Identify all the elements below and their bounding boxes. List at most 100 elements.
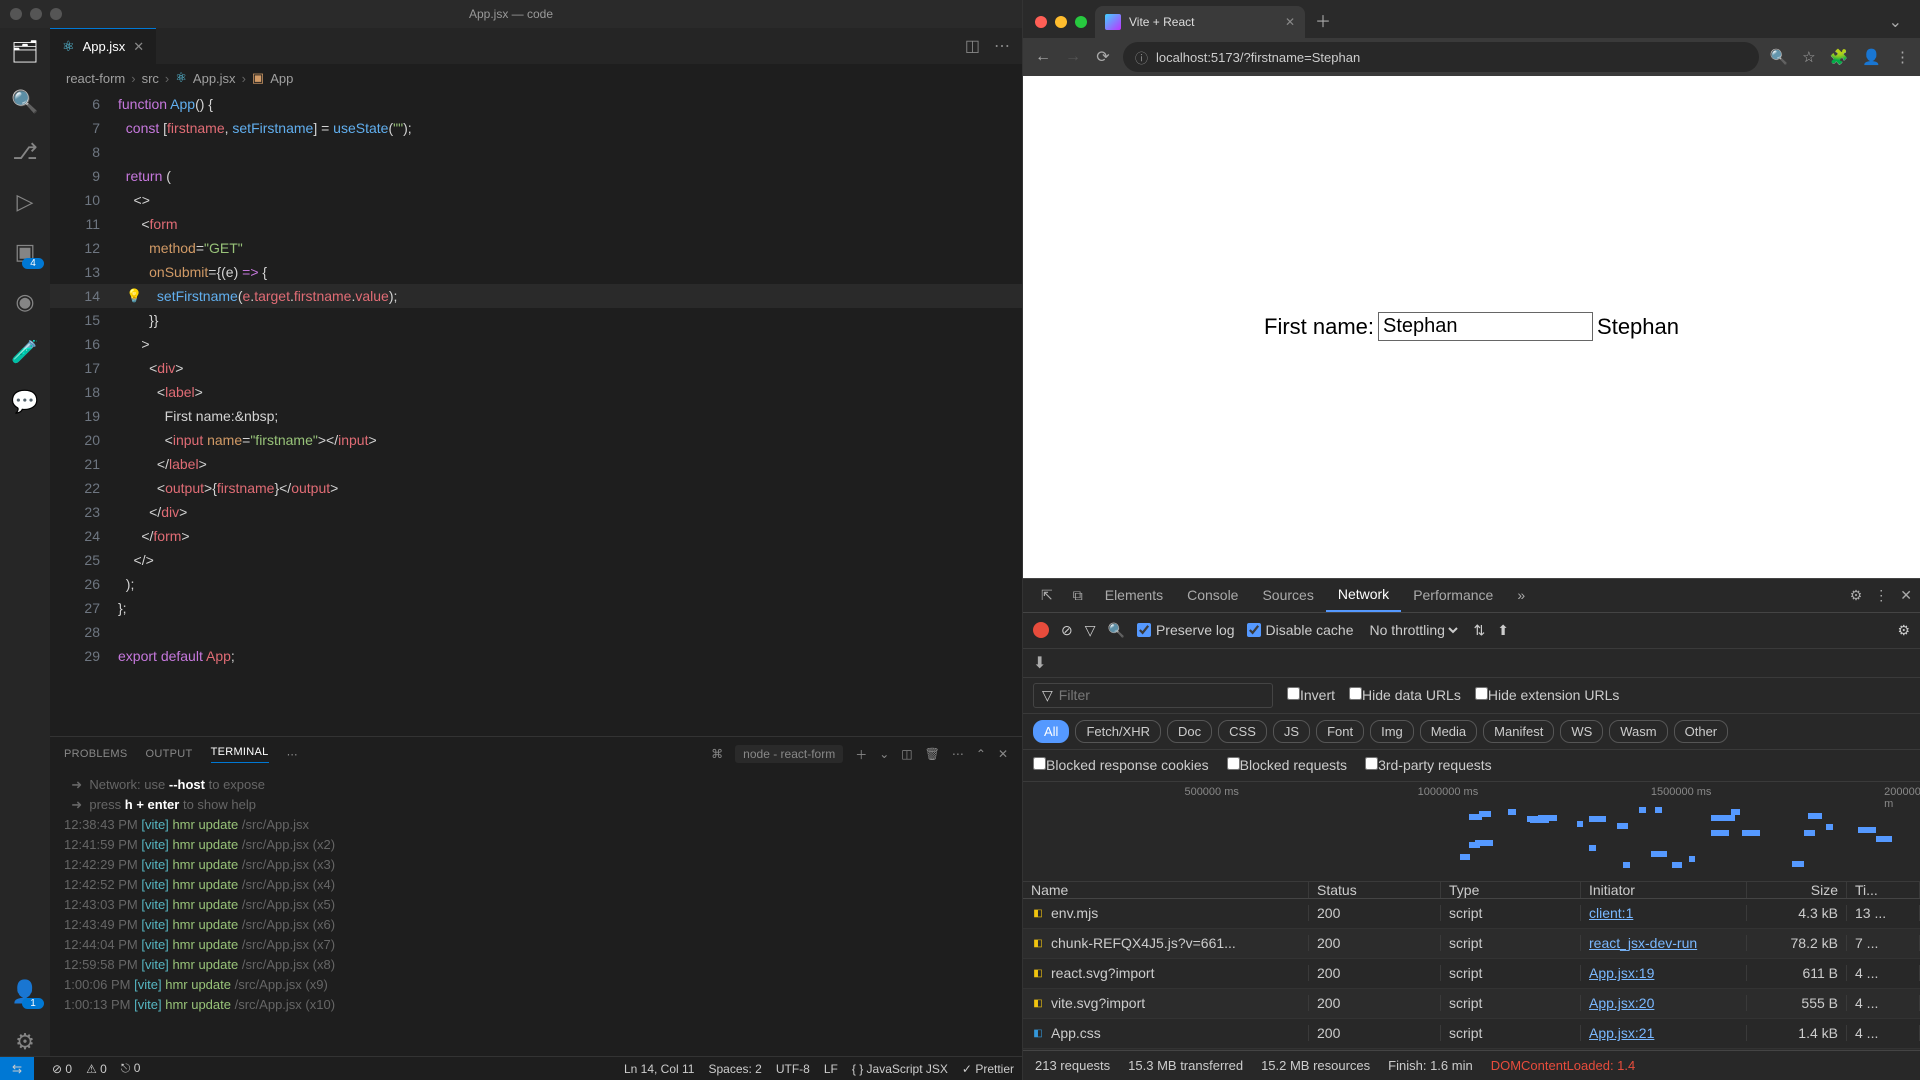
window-close-dot[interactable] (10, 8, 22, 20)
chat-icon[interactable]: 💬 (11, 388, 39, 416)
third-party-checkbox[interactable]: 3rd-party requests (1365, 757, 1492, 773)
site-info-icon[interactable]: ⓘ (1135, 48, 1148, 67)
breadcrumb-seg[interactable]: App (270, 71, 293, 86)
close-devtools-icon[interactable]: ✕ (1900, 587, 1912, 604)
settings-gear-icon[interactable]: ⚙ (11, 1028, 39, 1056)
filter-input[interactable]: ▽Filter (1033, 683, 1273, 708)
code-line[interactable]: 6function App() { (50, 92, 1022, 116)
code-line[interactable]: 12 method="GET" (50, 236, 1022, 260)
record-button[interactable] (1033, 622, 1049, 638)
code-line[interactable]: 11 <form (50, 212, 1022, 236)
tab-sources[interactable]: Sources (1250, 579, 1325, 612)
bookmark-star-icon[interactable]: ☆ (1802, 48, 1815, 66)
status-encoding[interactable]: UTF-8 (776, 1062, 810, 1076)
type-filter-chip[interactable]: Manifest (1483, 720, 1554, 743)
chevron-up-icon[interactable]: ⌃ (976, 747, 986, 761)
code-line[interactable]: 19 First name:&nbsp; (50, 404, 1022, 428)
code-line[interactable]: 29export default App; (50, 644, 1022, 668)
clear-icon[interactable]: ⊘ (1061, 622, 1073, 639)
code-line[interactable]: 8 (50, 140, 1022, 164)
blocked-req-checkbox[interactable]: Blocked requests (1227, 757, 1347, 773)
breadcrumb-seg[interactable]: App.jsx (193, 71, 236, 86)
type-filter-chip[interactable]: CSS (1218, 720, 1267, 743)
col-size[interactable]: Size (1747, 882, 1847, 898)
accounts-icon[interactable]: 👤 (11, 978, 39, 1006)
terminal-name[interactable]: node - react-form (735, 745, 843, 763)
table-row[interactable]: ◧chunk-REFQX4J5.js?v=661...200scriptreac… (1023, 929, 1920, 959)
download-icon[interactable]: ⬇ (1033, 655, 1046, 672)
browser-tab[interactable]: Vite + React ✕ (1095, 6, 1305, 38)
table-row[interactable]: ◧react.svg?import200scriptApp.jsx:19611 … (1023, 959, 1920, 989)
type-filter-chip[interactable]: Media (1420, 720, 1477, 743)
code-line[interactable]: 27}; (50, 596, 1022, 620)
code-line[interactable]: 14 setFirstname(e.target.firstname.value… (50, 284, 1022, 308)
testing-icon[interactable]: 🧪 (11, 338, 39, 366)
split-terminal-icon[interactable]: ◫ (901, 747, 912, 761)
more-icon[interactable]: ⋮ (1874, 587, 1888, 604)
profile-icon[interactable]: 👤 (1862, 48, 1881, 66)
breadcrumb-seg[interactable]: src (142, 71, 159, 86)
col-time[interactable]: Ti... (1847, 882, 1920, 898)
type-filter-chip[interactable]: JS (1273, 720, 1310, 743)
split-editor-icon[interactable]: ◫ (965, 36, 980, 56)
tab-elements[interactable]: Elements (1093, 579, 1175, 612)
code-line[interactable]: 25 </> (50, 548, 1022, 572)
blocked-resp-checkbox[interactable]: Blocked response cookies (1033, 757, 1209, 773)
chevron-down-icon[interactable]: ⌄ (1879, 12, 1912, 38)
invert-checkbox[interactable]: Invert (1287, 687, 1335, 703)
tab-performance[interactable]: Performance (1401, 579, 1505, 612)
code-line[interactable]: 7 const [firstname, setFirstname] = useS… (50, 116, 1022, 140)
reload-button[interactable]: ⟳ (1093, 47, 1113, 67)
code-line[interactable]: 18 <label> (50, 380, 1022, 404)
code-line[interactable]: 13 onSubmit={(e) => { (50, 260, 1022, 284)
code-editor[interactable]: 6function App() {7 const [firstname, set… (50, 92, 1022, 736)
close-icon[interactable]: ✕ (1285, 15, 1295, 29)
code-line[interactable]: 24 </form> (50, 524, 1022, 548)
window-max-dot[interactable] (50, 8, 62, 20)
breadcrumb-seg[interactable]: react-form (66, 71, 125, 86)
close-icon[interactable]: ✕ (133, 39, 144, 55)
table-row[interactable]: ◧vite.svg?import200scriptApp.jsx:20555 B… (1023, 989, 1920, 1019)
status-eol[interactable]: LF (824, 1062, 838, 1076)
type-filter-chip[interactable]: Font (1316, 720, 1364, 743)
breadcrumb[interactable]: react-form › src › ⚛ App.jsx › ▣ App (50, 64, 1022, 92)
zoom-icon[interactable]: 🔍 (1769, 48, 1788, 66)
code-line[interactable]: 23 </div> (50, 500, 1022, 524)
device-toggle-icon[interactable]: ⧉ (1063, 579, 1093, 612)
lightbulb-icon[interactable]: 💡 (126, 284, 142, 308)
window-close-dot[interactable] (1035, 16, 1047, 28)
editor-tab[interactable]: ⚛ App.jsx ✕ (50, 28, 156, 64)
status-cursor[interactable]: Ln 14, Col 11 (624, 1062, 695, 1076)
code-line[interactable]: 28 (50, 620, 1022, 644)
code-line[interactable]: 26 ); (50, 572, 1022, 596)
network-conditions-icon[interactable]: ⇅ (1473, 622, 1485, 639)
more-icon[interactable]: ⋯ (952, 747, 964, 761)
remote-icon[interactable]: ◉ (11, 288, 39, 316)
type-filter-chip[interactable]: Other (1674, 720, 1729, 743)
code-line[interactable]: 16 > (50, 332, 1022, 356)
code-line[interactable]: 10 <> (50, 188, 1022, 212)
url-bar[interactable]: ⓘ localhost:5173/?firstname=Stephan (1123, 42, 1759, 72)
status-lang[interactable]: { } JavaScript JSX (852, 1062, 948, 1076)
type-filter-chip[interactable]: WS (1560, 720, 1603, 743)
table-row[interactable]: ◧App.css200scriptApp.jsx:211.4 kB4 ... (1023, 1019, 1920, 1049)
more-tabs-icon[interactable]: » (1505, 579, 1537, 612)
tab-output[interactable]: OUTPUT (146, 748, 193, 760)
network-timeline[interactable]: 500000 ms1000000 ms1500000 ms2000000 m (1023, 782, 1920, 882)
settings-gear-icon[interactable]: ⚙ (1897, 622, 1910, 639)
hide-data-urls-checkbox[interactable]: Hide data URLs (1349, 687, 1461, 703)
terminal-output[interactable]: ➜ Network: use --host to expose ➜ press … (50, 771, 1022, 1056)
type-filter-chip[interactable]: All (1033, 720, 1069, 743)
code-line[interactable]: 9 return ( (50, 164, 1022, 188)
back-button[interactable]: ← (1033, 48, 1053, 66)
inspect-icon[interactable]: ⇱ (1031, 579, 1063, 612)
chevron-down-icon[interactable]: ⌄ (879, 747, 889, 761)
type-filter-chip[interactable]: Fetch/XHR (1075, 720, 1161, 743)
status-warnings[interactable]: ⚠ 0 (86, 1062, 107, 1076)
throttling-select[interactable]: No throttling (1365, 621, 1461, 639)
more-icon[interactable]: ⋯ (994, 36, 1010, 56)
filter-toggle-icon[interactable]: ▽ (1085, 622, 1096, 639)
table-row[interactable]: ◧env.mjs200scriptclient:14.3 kB13 ... (1023, 899, 1920, 929)
run-debug-icon[interactable]: ▷ (11, 188, 39, 216)
search-icon[interactable]: 🔍 (11, 88, 39, 116)
